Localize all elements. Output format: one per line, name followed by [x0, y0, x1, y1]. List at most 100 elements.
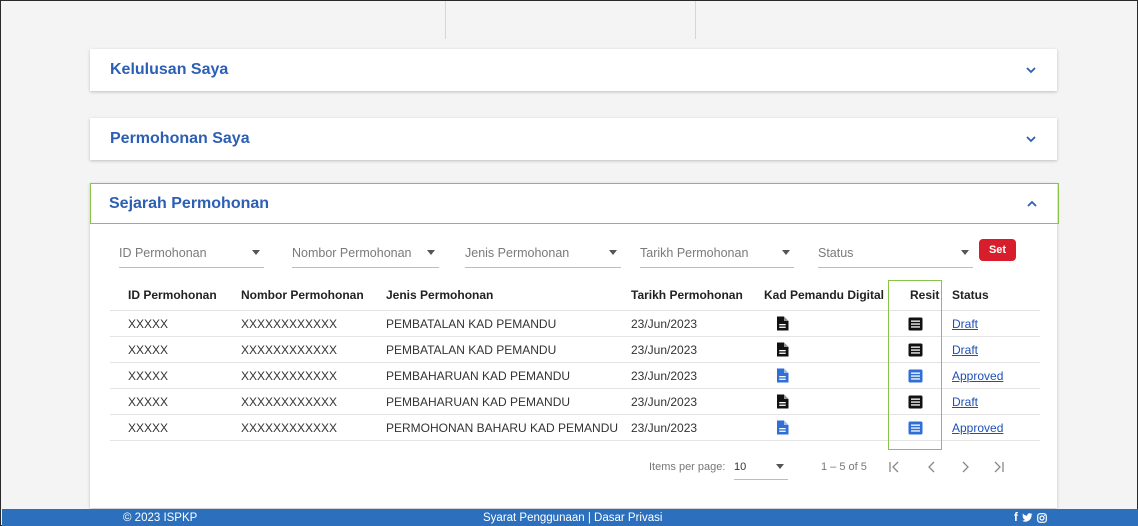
cell-tarikh: 23/Jun/2023: [631, 316, 698, 331]
history-table: ID Permohonan Nombor Permohonan Jenis Pe…: [110, 280, 1040, 450]
column-header[interactable]: Resit: [910, 280, 939, 310]
digital-card-document-icon[interactable]: [776, 415, 789, 440]
filter-label: ID Permohonan: [119, 245, 207, 260]
panel-permohonan-saya: Permohonan Saya: [90, 118, 1057, 160]
status-link-text[interactable]: Draft: [952, 343, 978, 357]
instagram-icon[interactable]: [1036, 512, 1047, 523]
filter-jenis-permohonan[interactable]: Jenis Permohonan: [465, 238, 621, 268]
receipt-icon[interactable]: [908, 337, 923, 362]
dropdown-caret-icon: [776, 464, 784, 469]
cell-jenis: PERMOHONAN BAHARU KAD PEMANDU: [386, 420, 619, 435]
cell-id: XXXXX: [128, 316, 169, 331]
cell-tarikh: 23/Jun/2023: [631, 394, 698, 409]
chevron-down-icon[interactable]: [1024, 63, 1038, 77]
filter-tarikh-permohonan[interactable]: Tarikh Permohonan: [640, 238, 794, 268]
previous-page-icon[interactable]: [927, 454, 935, 480]
dropdown-caret-icon: [252, 250, 260, 255]
footer: © 2023 ISPKP Syarat Penggunaan | Dasar P…: [2, 509, 1138, 526]
column-header[interactable]: Kad Pemandu Digital: [764, 280, 884, 310]
cell-jenis: PEMBATALAN KAD PEMANDU: [386, 342, 557, 357]
status-link-text[interactable]: Approved: [952, 421, 1003, 435]
column-header[interactable]: Status: [952, 280, 989, 310]
footer-links[interactable]: Syarat Penggunaan | Dasar Privasi: [483, 509, 662, 526]
filter-label: Tarikh Permohonan: [640, 245, 749, 260]
cell-nombor: XXXXXXXXXXXX: [241, 394, 338, 409]
panel-header-permohonan[interactable]: Permohonan Saya: [90, 118, 1057, 160]
page-size-value: 10: [734, 460, 747, 473]
cell-id: XXXXX: [128, 342, 169, 357]
column-header[interactable]: Tarikh Permohonan: [631, 280, 743, 310]
column-header[interactable]: Jenis Permohonan: [386, 280, 493, 310]
receipt-icon[interactable]: [908, 363, 923, 388]
cell-nombor: XXXXXXXXXXXX: [241, 342, 338, 357]
social-links: f: [1014, 509, 1047, 526]
filter-label: Jenis Permohonan: [465, 245, 570, 260]
status-link[interactable]: Approved: [952, 415, 1003, 440]
top-divider: [445, 1, 446, 39]
cell-nombor: XXXXXXXXXXXX: [241, 316, 338, 331]
panel-sejarah-permohonan: Sejarah Permohonan ID Permohonan Nombor …: [90, 183, 1059, 508]
panel-title: Permohonan Saya: [110, 130, 250, 147]
filter-status[interactable]: Status: [818, 238, 973, 268]
twitter-icon[interactable]: [1021, 513, 1033, 522]
cell-jenis: PEMBAHARUAN KAD PEMANDU: [386, 368, 571, 383]
table-row: XXXXX XXXXXXXXXXXX PEMBATALAN KAD PEMANDU 2…: [110, 311, 1040, 337]
table-row: XXXXX XXXXXXXXXXXX PERMOHONAN BAHARU KAD P…: [110, 415, 1040, 441]
table-header-row: ID Permohonan Nombor Permohonan Jenis Pe…: [110, 280, 1040, 311]
digital-card-document-icon[interactable]: [776, 389, 789, 414]
filter-id-permohonan[interactable]: ID Permohonan: [119, 238, 264, 268]
top-divider: [695, 1, 696, 39]
status-link-text[interactable]: Draft: [952, 395, 978, 409]
digital-card-document-icon[interactable]: [776, 363, 789, 388]
status-link-text[interactable]: Approved: [952, 369, 1003, 383]
cell-tarikh: 23/Jun/2023: [631, 420, 698, 435]
cell-tarikh: 23/Jun/2023: [631, 342, 698, 357]
status-link[interactable]: Draft: [952, 337, 978, 362]
panel-header-sejarah[interactable]: Sejarah Permohonan: [90, 183, 1059, 224]
dropdown-caret-icon: [782, 250, 790, 255]
status-link-text[interactable]: Draft: [952, 317, 978, 331]
filter-bar: ID Permohonan Nombor Permohonan Jenis Pe…: [110, 238, 1040, 270]
receipt-icon[interactable]: [908, 389, 923, 414]
receipt-icon[interactable]: [908, 415, 923, 440]
column-header[interactable]: ID Permohonan: [128, 280, 217, 310]
chevron-down-icon[interactable]: [1024, 132, 1038, 146]
cell-nombor: XXXXXXXXXXXX: [241, 368, 338, 383]
cell-nombor: XXXXXXXXXXXX: [241, 420, 338, 435]
digital-card-document-icon[interactable]: [776, 337, 789, 362]
cell-id: XXXXX: [128, 368, 169, 383]
filter-nombor-permohonan[interactable]: Nombor Permohonan: [292, 238, 439, 268]
status-link[interactable]: Approved: [952, 363, 1003, 388]
cell-id: XXXXX: [128, 420, 169, 435]
table-body: XXXXX XXXXXXXXXXXX PEMBATALAN KAD PEMANDU 2…: [110, 311, 1040, 441]
filter-label: Nombor Permohonan: [292, 245, 412, 260]
cell-tarikh: 23/Jun/2023: [631, 368, 698, 383]
page-range-label: 1 – 5 of 5: [821, 461, 867, 473]
table-row: XXXXX XXXXXXXXXXXX PEMBAHARUAN KAD PEMANDU…: [110, 389, 1040, 415]
cell-jenis: PEMBATALAN KAD PEMANDU: [386, 316, 557, 331]
last-page-icon[interactable]: [993, 454, 1005, 480]
table-row: XXXXX XXXXXXXXXXXX PEMBAHARUAN KAD PEMANDU…: [110, 363, 1040, 389]
dropdown-caret-icon: [961, 250, 969, 255]
items-per-page-label: Items per page:: [649, 461, 726, 473]
status-link[interactable]: Draft: [952, 311, 978, 336]
page-size-select[interactable]: 10: [734, 454, 788, 480]
panel-kelulusan-saya: Kelulusan Saya: [90, 49, 1057, 91]
cell-id: XXXXX: [128, 394, 169, 409]
receipt-icon[interactable]: [908, 311, 923, 336]
footer-copyright: © 2023 ISPKP: [123, 511, 198, 524]
set-button[interactable]: Set: [979, 239, 1016, 261]
status-link[interactable]: Draft: [952, 389, 978, 414]
first-page-icon[interactable]: [888, 454, 900, 480]
page-frame: Kelulusan Saya Permohonan Saya Sejarah P…: [0, 0, 1138, 526]
panel-header-kelulusan[interactable]: Kelulusan Saya: [90, 49, 1057, 91]
table-row: XXXXX XXXXXXXXXXXX PEMBATALAN KAD PEMANDU 2…: [110, 337, 1040, 363]
facebook-icon[interactable]: f: [1014, 512, 1018, 524]
dropdown-caret-icon: [609, 250, 617, 255]
digital-card-document-icon[interactable]: [776, 311, 789, 336]
chevron-up-icon[interactable]: [1025, 197, 1039, 211]
dropdown-caret-icon: [427, 250, 435, 255]
next-page-icon[interactable]: [962, 454, 970, 480]
column-header[interactable]: Nombor Permohonan: [241, 280, 364, 310]
paginator: Items per page: 10 1 – 5 of 5: [90, 454, 1057, 480]
